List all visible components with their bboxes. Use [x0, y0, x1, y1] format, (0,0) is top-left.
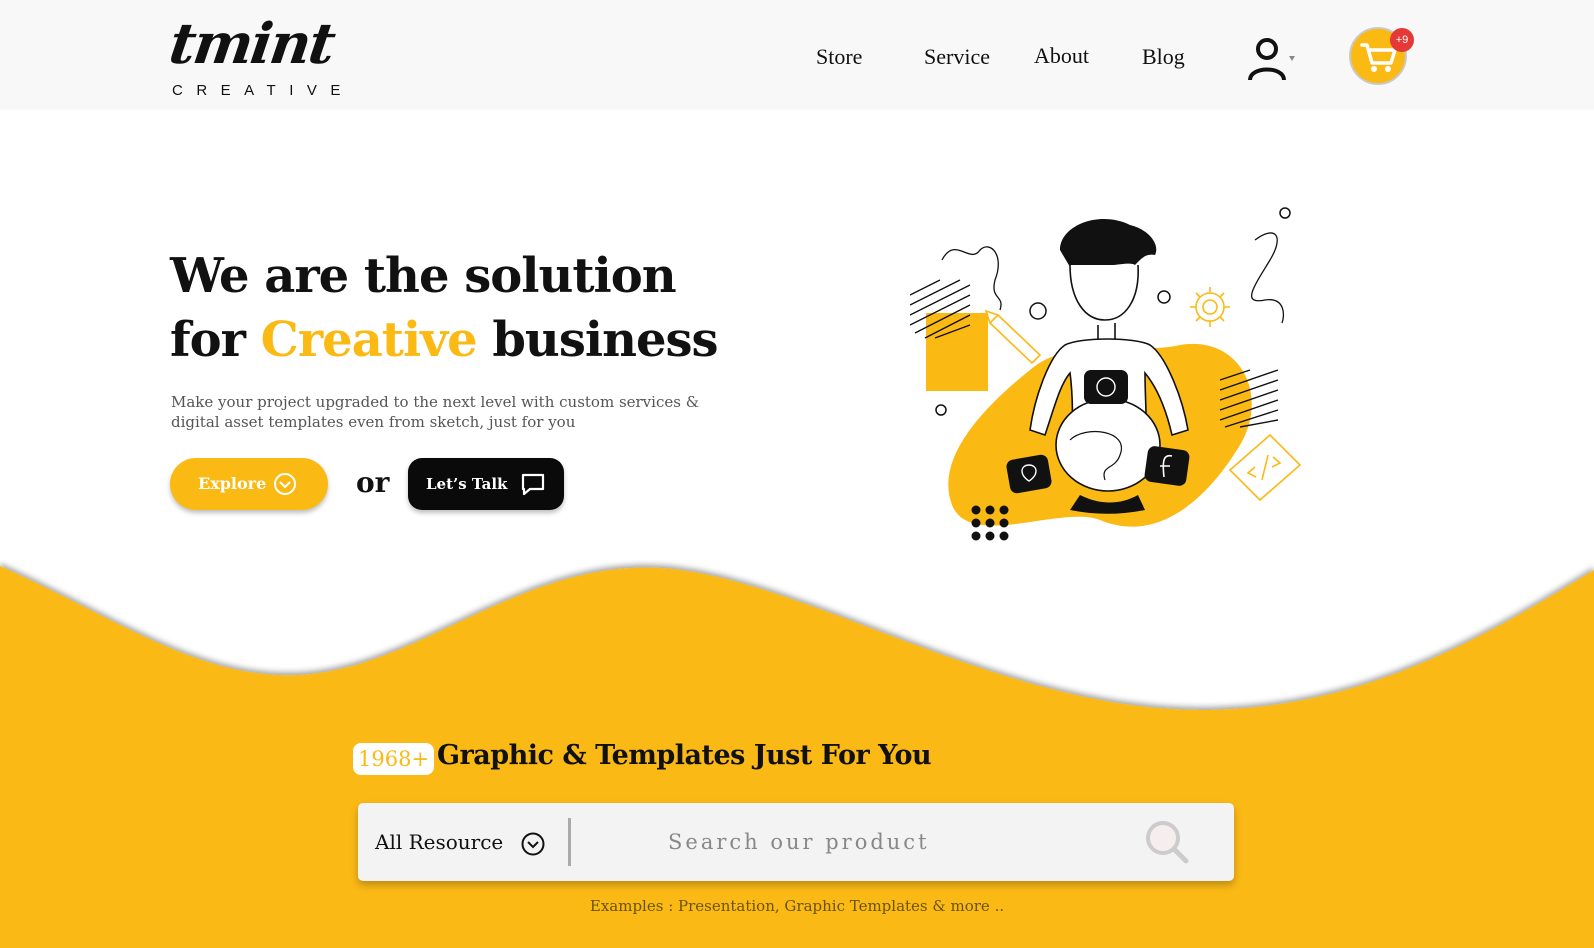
logo-wordmark: tmint [165, 11, 338, 77]
explore-button[interactable]: Explore [170, 458, 328, 510]
nav-about[interactable]: About [1034, 43, 1089, 69]
chevron-circle-icon [521, 832, 545, 855]
logo-subtitle: CREATIVE [172, 82, 354, 99]
search-examples: Examples : Presentation, Graphic Templat… [589, 897, 1005, 915]
explore-label: Explore [198, 474, 267, 493]
search-divider [568, 818, 571, 866]
logo[interactable]: tmint CREATIVE [165, 11, 370, 102]
resource-select[interactable]: All Resource [375, 803, 546, 881]
search-icon[interactable] [1144, 819, 1190, 865]
cart-count-badge: +9 [1390, 28, 1414, 52]
user-icon[interactable] [1247, 36, 1295, 82]
hero-title: We are the solution for Creative busines… [170, 244, 730, 372]
hero-title-post: business [476, 312, 718, 368]
hero-title-accent: Creative [260, 312, 478, 368]
site-header: tmint CREATIVE Store Service About Blog … [0, 0, 1594, 110]
hero-subtitle: Make your project upgraded to the next l… [171, 393, 700, 431]
lets-talk-label: Let’s Talk [426, 475, 508, 493]
nav-blog[interactable]: Blog [1142, 44, 1185, 70]
section-title: Graphic & Templates Just For You [437, 740, 932, 771]
hero-title-line1: We are the solution [170, 248, 677, 304]
search-bar: All Resource [358, 803, 1234, 881]
search-input[interactable] [608, 817, 1148, 867]
chat-icon [521, 473, 545, 496]
nav-store[interactable]: Store [816, 44, 862, 70]
product-count-badge: 1968+ [353, 743, 435, 775]
chevron-circle-icon [274, 473, 296, 495]
hero-title-pre: for [170, 312, 261, 368]
chevron-down-icon [1289, 56, 1295, 61]
or-separator: or [356, 466, 390, 499]
hero-illustration [910, 207, 1302, 541]
lets-talk-button[interactable]: Let’s Talk [408, 458, 564, 510]
resource-select-label: All Resource [375, 830, 504, 854]
nav-service[interactable]: Service [924, 44, 990, 70]
